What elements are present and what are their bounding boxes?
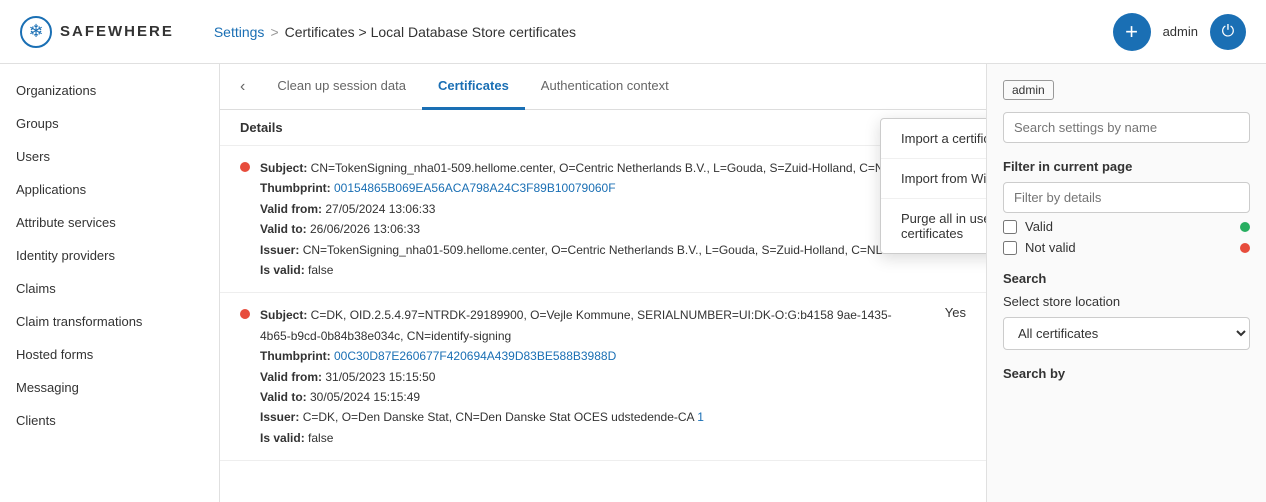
breadcrumb: Settings > Certificates > Local Database…	[214, 24, 1113, 40]
cert-valid-from-label-1: Valid from: 27/05/2024 13:06:33	[260, 202, 435, 216]
back-arrow[interactable]: ‹	[240, 78, 245, 96]
table-header: Details In use	[220, 110, 986, 146]
cert-thumbprint-label-1: Thumbprint: 00154865B069EA56ACA798A24C3F…	[260, 181, 616, 195]
valid-checkbox-row: Valid	[1003, 219, 1250, 234]
col-details-header: Details	[240, 120, 283, 135]
cert-valid-to-label-1: Valid to: 26/06/2026 13:06:33	[260, 222, 420, 236]
table-row: Subject: CN=TokenSigning_nha01-509.hello…	[220, 146, 986, 293]
sidebar-item-identity-providers[interactable]: Identity providers	[0, 239, 219, 272]
admin-badge: admin	[1003, 80, 1054, 100]
not-valid-dot-icon	[1240, 243, 1250, 253]
dropdown-menu: Import a certificate Import from Windows…	[880, 118, 986, 254]
cert-issuer-label-1: Issuer: CN=TokenSigning_nha01-509.hellom…	[260, 243, 882, 257]
cert-issuer-label-2: Issuer: C=DK, O=Den Danske Stat, CN=Den …	[260, 410, 704, 424]
store-location-label: Select store location	[1003, 294, 1250, 309]
sidebar-item-attribute-services[interactable]: Attribute services	[0, 206, 219, 239]
not-valid-checkbox-row: Not valid	[1003, 240, 1250, 255]
cert-thumbprint-label-2: Thumbprint: 00C30D87E260677F420694A439D8…	[260, 349, 616, 363]
cert-valid-from-label-2: Valid from: 31/05/2023 15:15:50	[260, 370, 435, 384]
breadcrumb-separator: >	[270, 24, 278, 40]
sidebar-item-users[interactable]: Users	[0, 140, 219, 173]
sidebar-item-applications[interactable]: Applications	[0, 173, 219, 206]
tab-certificates[interactable]: Certificates	[422, 64, 525, 110]
valid-checkbox[interactable]	[1003, 220, 1017, 234]
table-row: Subject: C=DK, OID.2.5.4.97=NTRDK-291899…	[220, 293, 986, 461]
sidebar-item-messaging[interactable]: Messaging	[0, 371, 219, 404]
cert-subject-label-1: Subject: CN=TokenSigning_nha01-509.hello…	[260, 161, 890, 175]
cert-status-dot-1	[240, 162, 250, 172]
cert-thumbprint-link-1[interactable]: 00154865B069EA56ACA798A24C3F89B10079060F	[334, 181, 616, 195]
search-by-label: Search by	[1003, 366, 1250, 381]
search-settings-input[interactable]	[1003, 112, 1250, 143]
cert-status-dot-2	[240, 309, 250, 319]
sidebar-item-clients[interactable]: Clients	[0, 404, 219, 437]
logo-icon: ❄	[20, 16, 52, 48]
sidebar-item-claims[interactable]: Claims	[0, 272, 219, 305]
cert-subject-label-2: Subject: C=DK, OID.2.5.4.97=NTRDK-291899…	[260, 308, 892, 342]
snowflake-icon: ❄	[28, 21, 43, 42]
cert-issuer-link-2[interactable]: 1	[697, 410, 704, 424]
cert-is-valid-label-2: Is valid: false	[260, 431, 333, 445]
sidebar-item-hosted-forms[interactable]: Hosted forms	[0, 338, 219, 371]
sidebar-item-groups[interactable]: Groups	[0, 107, 219, 140]
tab-clean-up[interactable]: Clean up session data	[261, 64, 422, 110]
filter-details-input[interactable]	[1003, 182, 1250, 213]
dropdown-purge-certs[interactable]: Purge all in use expired certificates	[881, 199, 986, 253]
sidebar-item-claim-transformations[interactable]: Claim transformations	[0, 305, 219, 338]
dropdown-import-cert[interactable]: Import a certificate	[881, 119, 986, 159]
power-button[interactable]: ⏻	[1210, 14, 1246, 50]
cert-is-valid-label-1: Is valid: false	[260, 263, 333, 277]
not-valid-label: Not valid	[1025, 240, 1232, 255]
add-button[interactable]: +	[1113, 13, 1151, 51]
main-content: ‹ Clean up session data Certificates Aut…	[220, 64, 986, 502]
search-section-label: Search	[1003, 271, 1250, 286]
breadcrumb-current: Certificates > Local Database Store cert…	[285, 24, 576, 40]
not-valid-checkbox[interactable]	[1003, 241, 1017, 255]
cert-valid-to-label-2: Valid to: 30/05/2024 15:15:49	[260, 390, 420, 404]
sidebar: Organizations Groups Users Applications …	[0, 64, 220, 502]
logo-text: SAFEWHERE	[60, 23, 174, 40]
right-panel: admin Filter in current page Valid Not v…	[986, 64, 1266, 502]
valid-dot-icon	[1240, 222, 1250, 232]
store-location-select[interactable]: All certificates	[1003, 317, 1250, 350]
cert-details-2: Subject: C=DK, OID.2.5.4.97=NTRDK-291899…	[260, 305, 906, 448]
filter-section-label: Filter in current page	[1003, 159, 1250, 174]
cert-in-use-2: Yes	[906, 305, 966, 320]
logo: ❄ SAFEWHERE	[20, 16, 174, 48]
tab-auth-context[interactable]: Authentication context	[525, 64, 685, 110]
user-name: admin	[1163, 24, 1198, 39]
breadcrumb-settings-link[interactable]: Settings	[214, 24, 265, 40]
sidebar-item-organizations[interactable]: Organizations	[0, 74, 219, 107]
header-right: + admin ⏻	[1113, 13, 1246, 51]
dropdown-import-windows[interactable]: Import from Windows stores	[881, 159, 986, 199]
cert-thumbprint-link-2[interactable]: 00C30D87E260677F420694A439D83BE588B3988D	[334, 349, 616, 363]
cert-details-1: Subject: CN=TokenSigning_nha01-509.hello…	[260, 158, 906, 280]
tabs-bar: ‹ Clean up session data Certificates Aut…	[220, 64, 986, 110]
valid-label: Valid	[1025, 219, 1232, 234]
